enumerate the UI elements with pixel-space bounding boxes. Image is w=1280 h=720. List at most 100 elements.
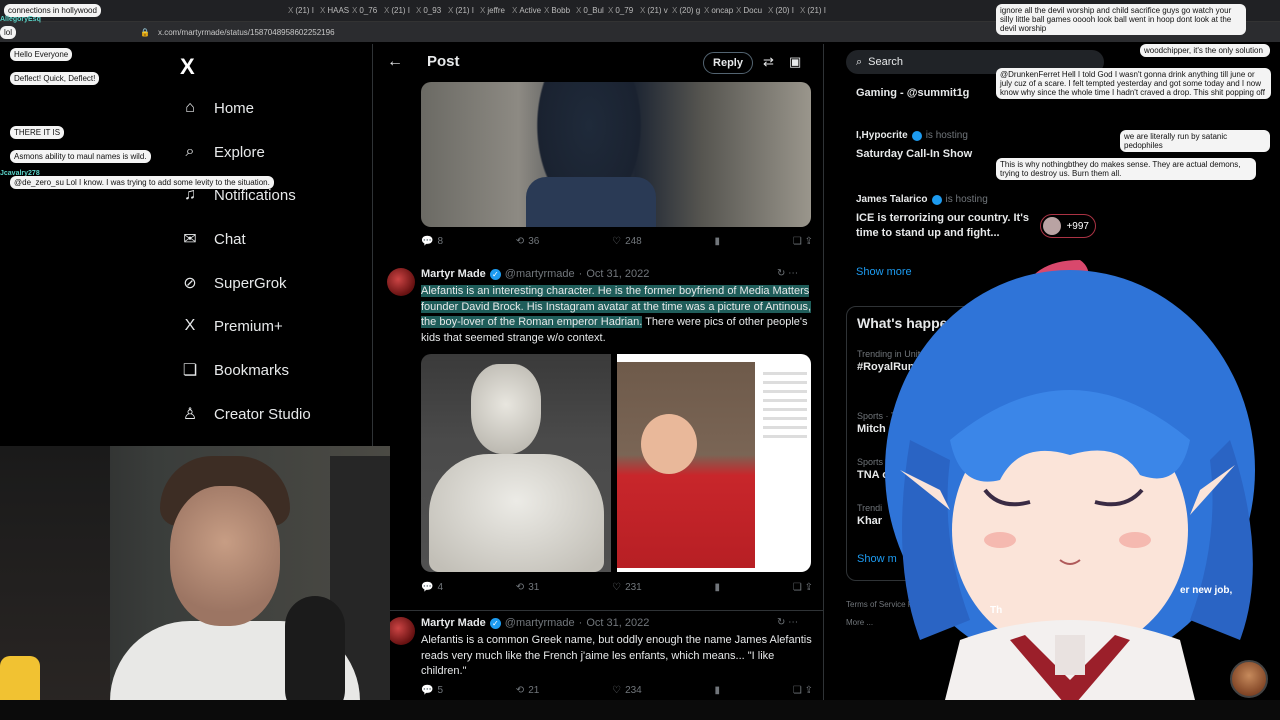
tab-favicon-icon: X [608, 6, 614, 15]
author-handle[interactable]: @martyrmade [505, 268, 575, 280]
like-icon[interactable]: ♡ 234 [612, 685, 642, 696]
tweet-date[interactable]: Oct 31, 2022 [586, 268, 649, 280]
tab-label: (21) I [455, 6, 475, 15]
live-title: Saturday Call-In Show [856, 148, 973, 160]
post-column: 💬 8 ⟲ 36 ♡ 248 ▮ ❏ ⇪ Martyr Made ✓ @martyrm… [372, 44, 824, 720]
like-icon[interactable]: ♡ 231 [612, 582, 642, 593]
stream-chat-left: connections in hollywood AllegoryEsq lol He… [0, 0, 290, 200]
chat-message: This is why nothingbthey do makes sense.… [996, 158, 1256, 180]
author-handle[interactable]: @martyrmade [505, 617, 575, 629]
overlay-text: er new job, [1180, 585, 1233, 596]
back-arrow-icon[interactable]: ← [387, 53, 403, 71]
browser-tab[interactable]: X 0_93 [413, 3, 445, 19]
tab-favicon-icon: X [384, 6, 390, 15]
nav-item-premium[interactable]: X Premium+ [180, 316, 283, 336]
browser-tab[interactable]: Xjeffre [477, 3, 509, 19]
antinous-bust-image[interactable] [421, 354, 611, 572]
tab-favicon-icon: X [448, 6, 454, 15]
tweet-actions-1: 💬 4 ⟲ 31 ♡ 231 ▮ ❏ ⇪ [421, 582, 813, 593]
avatar[interactable] [387, 268, 415, 296]
retweet-icon[interactable]: ⟲ 31 [516, 582, 540, 593]
browser-tab[interactable]: X (21) I [445, 3, 477, 19]
browser-tab[interactable]: Xoncap [701, 3, 733, 19]
tweet-author[interactable]: Martyr Made ✓ @martyrmade · Oct 31, 2022 [421, 268, 649, 280]
nav-label: Bookmarks [214, 361, 290, 379]
tweet-media[interactable] [421, 354, 811, 572]
listener-count-badge[interactable]: +997 [1040, 214, 1096, 238]
tweet-photo[interactable] [421, 82, 811, 227]
tweet-text: Alefantis is a common Greek name, but od… [421, 634, 812, 677]
bookmark-icon[interactable]: ❏ ⇪ [793, 582, 813, 593]
browser-tab[interactable]: X Docu [733, 3, 765, 19]
search-icon: ⌕ [856, 55, 863, 68]
more-icon[interactable]: ↻ ⋯ [777, 617, 798, 628]
host-status: is hosting [925, 130, 968, 141]
author-name[interactable]: Martyr Made [421, 617, 486, 629]
nav-item-supergrok[interactable]: ⊘ SuperGrok [180, 273, 287, 293]
search-placeholder: Search [868, 56, 904, 68]
live-item[interactable]: Gaming - @summit1g [856, 86, 969, 101]
trend-meta: Trendi [857, 503, 883, 513]
tab-favicon-icon: X [640, 6, 646, 15]
tab-label: 0_79 [615, 6, 634, 15]
browser-tab[interactable]: X Active [509, 3, 541, 19]
browser-tab[interactable]: X Bobb [541, 3, 573, 19]
browser-tab[interactable]: X 0_Bul [573, 3, 605, 19]
tab-favicon-icon: X [544, 6, 550, 15]
bottom-bar [0, 700, 1280, 720]
retweet-icon[interactable]: ⟲ 21 [516, 685, 540, 696]
more-icon[interactable]: ↻ ⋯ [777, 268, 798, 279]
tab-label: Docu [743, 6, 763, 15]
retweet-icon[interactable]: ⟲ 36 [516, 236, 540, 247]
nav-item-chat[interactable]: ✉ Chat [180, 229, 245, 249]
listener-count: +997 [1066, 220, 1089, 232]
live-host: I,Hypocrite is hosting [856, 130, 972, 141]
browser-tab[interactable]: X 0_76 [349, 3, 381, 19]
avatar[interactable] [387, 617, 415, 645]
browser-tab[interactable]: X (21) I [797, 3, 829, 19]
bookmark-icon[interactable]: ❏ ⇪ [793, 685, 813, 696]
browser-tab[interactable]: X (20) I [765, 3, 797, 19]
author-name[interactable]: Martyr Made [421, 268, 486, 280]
tweet-text: Alefantis is an interesting character. H… [421, 284, 813, 346]
tab-favicon-icon: X [320, 6, 326, 15]
live-item[interactable]: James Talarico is hosting ICE is terroriz… [856, 194, 1041, 241]
live-item[interactable]: I,Hypocrite is hosting Saturday Call-In S… [856, 130, 972, 162]
filter-icon[interactable]: ⇄ [763, 54, 774, 70]
reply-icon[interactable]: 💬 5 [421, 685, 443, 696]
streamer-webcam [0, 446, 390, 720]
tab-label: oncap [711, 6, 733, 15]
views-icon[interactable]: ▮ [715, 236, 721, 247]
browser-tab[interactable]: X 0_79 [605, 3, 637, 19]
tab-label: Active [519, 6, 541, 15]
bookmark-icon[interactable]: ❏ ⇪ [793, 236, 813, 247]
views-icon[interactable]: ▮ [715, 685, 721, 696]
tweet-author[interactable]: Martyr Made ✓ @martyrmade · Oct 31, 2022 [421, 617, 649, 629]
reply-icon[interactable]: 💬 4 [421, 582, 443, 593]
browser-tab[interactable]: X (21) v [637, 3, 669, 19]
nav-item-creator-studio[interactable]: ♙ Creator Studio [180, 404, 311, 424]
tab-label: 0_93 [423, 6, 442, 15]
reader-mode-icon[interactable]: ▣ [789, 54, 801, 70]
views-icon[interactable]: ▮ [715, 582, 721, 593]
nav-label: SuperGrok [214, 274, 287, 292]
tab-favicon-icon: X [480, 6, 486, 15]
dot-separator: · [578, 268, 583, 280]
tab-label: Bobb [551, 6, 571, 15]
browser-tab[interactable]: X (21) I [381, 3, 413, 19]
reply-button[interactable]: Reply [703, 52, 753, 74]
nav-item-bookmarks[interactable]: ❏ Bookmarks [180, 360, 289, 380]
like-count: 248 [625, 236, 642, 247]
chat-message: THERE IT IS [10, 126, 65, 139]
tweet[interactable]: Martyr Made ✓ @martyrmade · Oct 31, 2022… [373, 264, 823, 594]
trend-item[interactable]: Trendi Khar [857, 503, 882, 527]
like-icon[interactable]: ♡ 248 [612, 236, 642, 247]
browser-tab[interactable]: X (20) g [669, 3, 701, 19]
instagram-screenshot-image[interactable] [617, 354, 811, 572]
like-count: 231 [625, 582, 642, 593]
verified-icon: ✓ [489, 268, 501, 280]
browser-tab[interactable]: X HAAS [317, 3, 349, 19]
chat-message: woodchipper, it's the only solution [1140, 44, 1270, 57]
reply-icon[interactable]: 💬 8 [421, 236, 443, 247]
tweet-date[interactable]: Oct 31, 2022 [586, 617, 649, 629]
